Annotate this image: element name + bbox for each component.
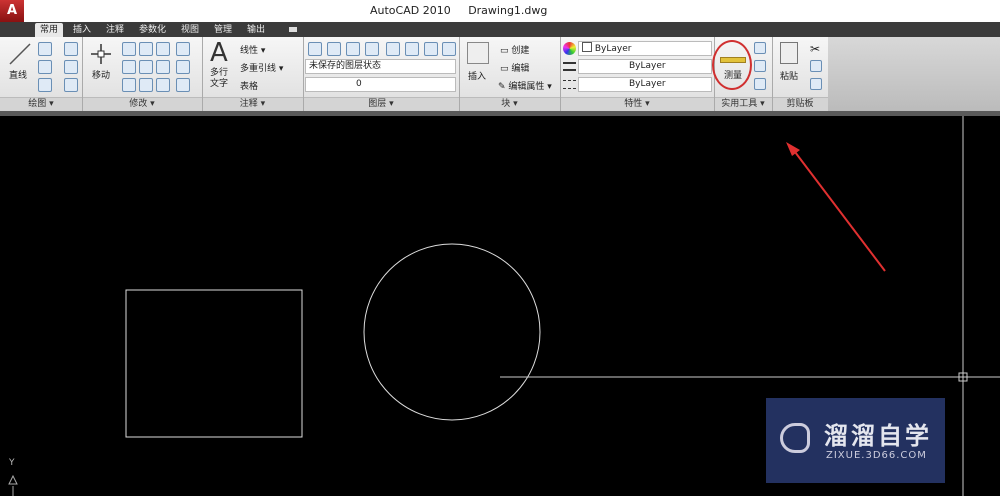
window-title: AutoCAD 2010 Drawing1.dwg	[370, 4, 548, 17]
move-button[interactable]: 移动	[92, 68, 110, 81]
trim-icon[interactable]	[156, 42, 170, 56]
ucs-y-label: Y	[9, 458, 15, 468]
circle-icon[interactable]	[38, 60, 52, 74]
paste-button[interactable]: 粘贴	[780, 69, 798, 82]
annotation-panel-label[interactable]: 注释 ▾	[202, 97, 303, 111]
tab-manage[interactable]: 管理	[209, 23, 237, 37]
color-dropdown[interactable]: ByLayer	[578, 41, 712, 56]
lineweight-icon	[563, 62, 576, 71]
rectangle-entity	[125, 289, 303, 438]
linear-dimension-button[interactable]: 线性 ▾	[240, 43, 265, 56]
mtext-icon: A	[210, 38, 228, 68]
tab-view[interactable]: 视图	[176, 23, 204, 37]
layers-panel-label[interactable]: 图层 ▾	[303, 97, 459, 111]
edit-block-button[interactable]: ▭ 编辑	[500, 61, 529, 74]
properties-panel-label[interactable]: 特性 ▾	[560, 97, 714, 111]
layer-freeze-icon[interactable]	[424, 42, 438, 56]
fillet-icon[interactable]	[176, 78, 190, 92]
paste-special-icon[interactable]	[810, 78, 822, 90]
insert-block-icon	[467, 42, 489, 64]
application-menu-button[interactable]: A	[0, 0, 24, 22]
layer-dropdown[interactable]: 0	[305, 77, 456, 92]
watermark-brand: 溜溜自学	[824, 422, 932, 450]
watermark-logo: 溜溜自学 ZIXUE.3D66.COM	[766, 398, 945, 483]
color-value: ByLayer	[594, 44, 632, 54]
layer-match-icon[interactable]	[386, 42, 400, 56]
table-label: 表格	[240, 82, 259, 92]
match-properties-icon[interactable]	[122, 78, 136, 92]
explode-icon[interactable]	[176, 60, 190, 74]
annotation-arrowhead	[786, 142, 800, 156]
array-icon[interactable]	[156, 78, 170, 92]
circle-entity	[363, 243, 541, 421]
line-button[interactable]: 直线	[9, 68, 27, 81]
multileader-label: 多重引线 ▾	[240, 64, 284, 74]
copy-icon[interactable]	[122, 42, 136, 56]
ribbon-tab-bar: 常用 插入 注释 参数化 视图 管理 输出	[0, 22, 1000, 37]
minimize-ribbon-icon[interactable]	[289, 27, 297, 32]
draw-panel-label[interactable]: 绘图 ▾	[0, 97, 82, 111]
offset-icon[interactable]	[139, 78, 153, 92]
tab-annotate[interactable]: 注释	[101, 23, 129, 37]
paste-icon	[780, 42, 798, 64]
layer-unisolate-icon[interactable]	[365, 42, 379, 56]
stretch-icon[interactable]	[139, 60, 153, 74]
measure-highlight-circle	[712, 40, 752, 90]
revcloud-icon[interactable]	[64, 42, 78, 56]
quick-select-icon[interactable]	[754, 42, 766, 54]
clipboard-panel-label: 剪贴板	[786, 99, 814, 109]
hatch-icon[interactable]	[64, 78, 78, 92]
lineweight-dropdown[interactable]: ByLayer	[578, 59, 712, 74]
tab-insert[interactable]: 插入	[68, 23, 96, 37]
rotate-icon[interactable]	[139, 42, 153, 56]
edit-attr-label: 编辑属性 ▾	[508, 82, 552, 92]
layer-properties-icon[interactable]	[308, 42, 322, 56]
insert-button[interactable]: 插入	[468, 69, 486, 82]
line-icon	[9, 43, 31, 65]
arc-icon[interactable]	[38, 78, 52, 92]
linetype-dropdown[interactable]: ByLayer	[578, 77, 712, 92]
rectangle-icon[interactable]	[64, 60, 78, 74]
utilities-panel-label[interactable]: 实用工具 ▾	[714, 97, 772, 111]
erase-icon[interactable]	[176, 42, 190, 56]
play-logo-icon	[780, 423, 810, 453]
modify-panel-label[interactable]: 修改 ▾	[82, 97, 202, 111]
tab-home[interactable]: 常用	[35, 23, 64, 37]
calculator-icon[interactable]	[754, 78, 766, 90]
mirror-icon[interactable]	[156, 60, 170, 74]
cut-icon[interactable]: ✂	[810, 42, 820, 56]
edit-label: 编辑	[511, 64, 530, 74]
ucs-arrow-icon	[8, 474, 18, 485]
layer-isolate-icon[interactable]	[346, 42, 360, 56]
annotation-arrow	[791, 147, 886, 272]
copy-clip-icon[interactable]	[810, 60, 822, 72]
scale-icon[interactable]	[122, 60, 136, 74]
layer-state-icon[interactable]	[327, 42, 341, 56]
mtext-button[interactable]: 多行 文字	[210, 68, 228, 90]
watermark-url: ZIXUE.3D66.COM	[826, 450, 927, 461]
layer-previous-icon[interactable]	[405, 42, 419, 56]
move-icon	[91, 44, 111, 64]
create-label: 创建	[511, 46, 530, 56]
layer-off-icon[interactable]	[442, 42, 456, 56]
block-panel-label[interactable]: 块 ▾	[459, 97, 560, 111]
polyline-icon[interactable]	[38, 42, 52, 56]
multileader-button[interactable]: 多重引线 ▾	[240, 61, 283, 74]
tab-output[interactable]: 输出	[242, 23, 270, 37]
table-button[interactable]: 表格	[240, 79, 258, 92]
create-block-button[interactable]: ▭ 创建	[500, 43, 529, 56]
ribbon-empty-area	[828, 37, 1000, 111]
tab-parametric[interactable]: 参数化	[134, 23, 171, 37]
linear-label: 线性 ▾	[240, 46, 266, 56]
edit-attributes-button[interactable]: ✎ 编辑属性 ▾	[498, 79, 552, 92]
linetype-icon	[563, 80, 576, 89]
select-all-icon[interactable]	[754, 60, 766, 72]
layer-state-dropdown[interactable]: 未保存的图层状态	[305, 59, 456, 74]
color-wheel-icon	[563, 42, 576, 55]
